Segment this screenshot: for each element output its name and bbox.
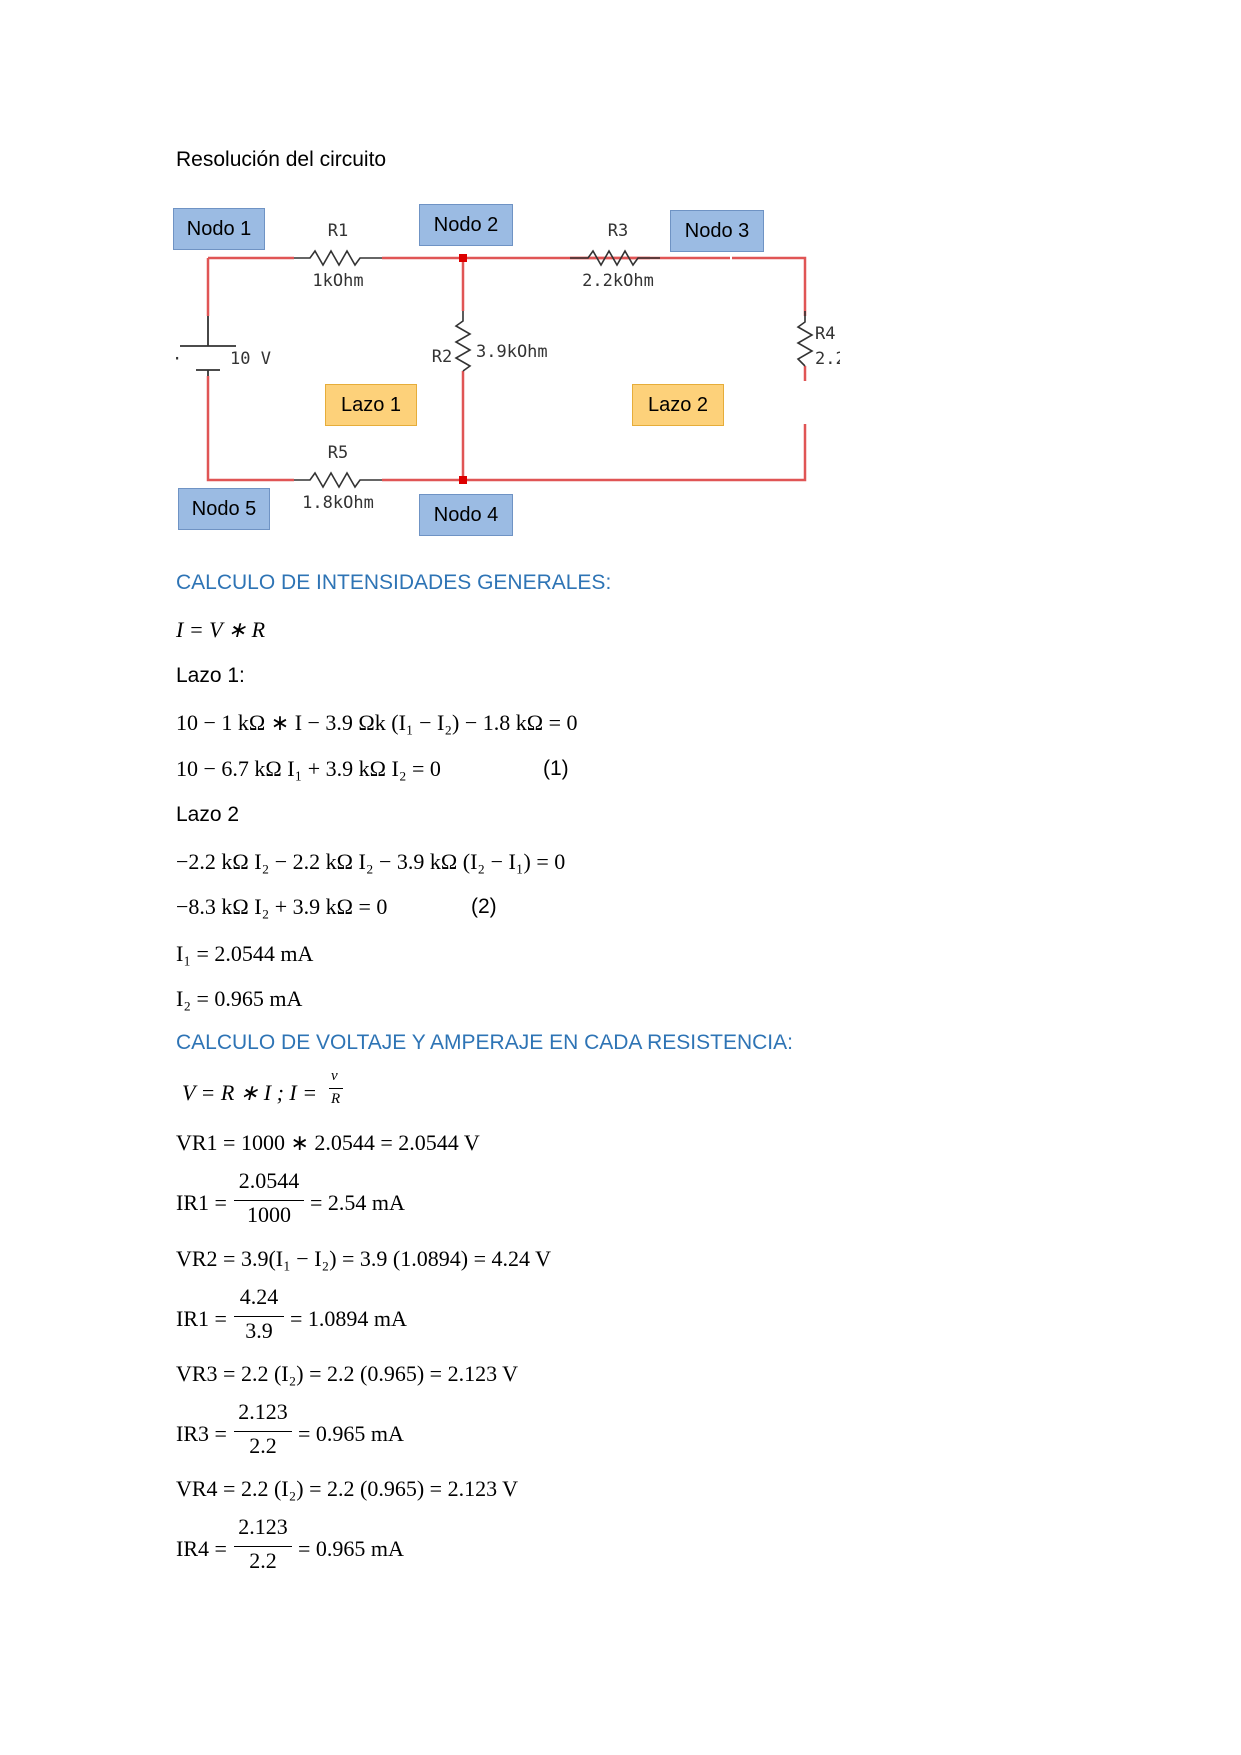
r2-name: R2 (432, 347, 452, 367)
r1-resistor (294, 249, 382, 267)
ir1-denominator: 1000 (247, 1202, 291, 1227)
i2-result: I₂ = 0.965 mA (176, 986, 303, 1011)
r5-value: 1.8kOhm (302, 493, 374, 513)
ir2-lhs: IR1 = (176, 1306, 227, 1331)
equation-tag-1: (1) (543, 757, 569, 780)
ir2-rhs: = 1.0894 mA (290, 1306, 407, 1331)
node-5-label: Nodo 5 (178, 488, 270, 530)
junction-node4 (459, 476, 467, 484)
loop1-equation-2: 10 − 6.7 kΩ I₁ + 3.9 kΩ I₂ = 0 (176, 756, 441, 781)
vr3-equation: VR3 = 2.2 (I₂) = 2.2 (0.965) = 2.123 V (176, 1361, 519, 1386)
loop2-equation-1: −2.2 kΩ I₂ − 2.2 kΩ I₂ − 3.9 kΩ (I₂ − I₁… (176, 849, 566, 874)
formula-denominator: R (331, 1091, 341, 1107)
ir4-numerator: 2.123 (238, 1514, 288, 1539)
r2-resistor (454, 311, 472, 372)
loop1-equation-1: 10 − 1 kΩ ∗ I − 3.9 Ωk (I₁ − I₂) − 1.8 k… (176, 710, 578, 735)
ohm-law-equation: I = V ∗ R (176, 617, 266, 642)
source-label: 10 V (230, 349, 271, 369)
document-page: Resolución del circuito R1 1kOhm R3 2.2k… (0, 0, 1241, 1755)
ir1-rhs: = 2.54 mA (310, 1190, 405, 1215)
ir4-fraction-bar (234, 1546, 292, 1547)
node-4-label: Nodo 4 (419, 494, 513, 536)
vr2-equation: VR2 = 3.9(I₁ − I₂) = 3.9 (1.0894) = 4.24… (176, 1246, 551, 1271)
junction-node2 (459, 254, 467, 262)
ir4-equation: IR4 = 2.123 2.2 = 0.965 mA (176, 1514, 476, 1578)
ir1-fraction-bar (234, 1200, 304, 1201)
i1-result: I₁ = 2.0544 mA (176, 941, 314, 966)
ir4-denominator: 2.2 (249, 1548, 277, 1573)
vr1-equation: VR1 = 1000 ∗ 2.0544 = 2.0544 V (176, 1130, 480, 1155)
ir2-numerator: 4.24 (239, 1284, 279, 1309)
ir1-lhs: IR1 = (176, 1190, 227, 1215)
section-heading-currents: CALCULO DE INTENSIDADES GENERALES: (176, 571, 612, 594)
r4-resistor (796, 311, 814, 367)
formula-numerator: v (331, 1068, 338, 1084)
r5-name: R5 (328, 443, 348, 463)
battery-symbol (180, 316, 236, 376)
circuit-wires (206, 256, 807, 482)
r5-resistor (294, 471, 382, 489)
loop-1-label: Lazo 1 (325, 384, 417, 426)
document-title: Resolución del circuito (176, 148, 387, 171)
ir4-rhs: = 0.965 mA (298, 1536, 404, 1561)
ir3-equation: IR3 = 2.123 2.2 = 0.965 mA (176, 1399, 476, 1463)
ir4-lhs: IR4 = (176, 1536, 227, 1561)
r3-value: 2.2kOhm (582, 271, 654, 291)
r2-value: 3.9kOhm (476, 342, 548, 362)
loop-2-label: Lazo 2 (632, 384, 724, 426)
ir3-numerator: 2.123 (238, 1399, 288, 1424)
ir1-numerator: 2.0544 (238, 1168, 300, 1193)
circuit-diagram: R1 1kOhm R3 2.2kOhm R2 3.9kOhm R4 2.2kOh… (160, 196, 887, 546)
equation-tag-2: (2) (471, 895, 497, 918)
node-1-label: Nodo 1 (173, 208, 265, 250)
ir3-rhs: = 0.965 mA (298, 1421, 404, 1446)
ir2-fraction-bar (234, 1316, 284, 1317)
battery-minus: · (172, 349, 182, 369)
r4-value: 2.2kOhm (815, 349, 840, 369)
ir3-lhs: IR3 = (176, 1421, 227, 1446)
vr4-equation: VR4 = 2.2 (I₂) = 2.2 (0.965) = 2.123 V (176, 1476, 519, 1501)
r4-name: R4 (815, 324, 835, 344)
section-heading-voltage-current: CALCULO DE VOLTAJE Y AMPERAJE EN CADA RE… (176, 1031, 793, 1054)
r1-value: 1kOhm (312, 271, 363, 291)
r1-name: R1 (328, 221, 348, 241)
formula-fraction-bar (329, 1088, 343, 1089)
ir3-fraction-bar (234, 1431, 292, 1432)
loop1-label: Lazo 1: (176, 664, 245, 687)
ir2-equation: IR1 = 4.24 3.9 = 1.0894 mA (176, 1284, 476, 1348)
loop2-label: Lazo 2 (176, 803, 240, 826)
loop2-equation-2: −8.3 kΩ I₂ + 3.9 kΩ = 0 (176, 894, 388, 919)
formula-lhs: V = R ∗ I ; I = (182, 1080, 318, 1105)
node-2-label: Nodo 2 (419, 204, 513, 246)
ir1-equation: IR1 = 2.0544 1000 = 2.54 mA (176, 1168, 476, 1232)
node-3-label: Nodo 3 (670, 210, 764, 252)
r3-name: R3 (608, 221, 628, 241)
ir3-denominator: 2.2 (249, 1433, 277, 1458)
ir2-denominator: 3.9 (245, 1318, 273, 1343)
